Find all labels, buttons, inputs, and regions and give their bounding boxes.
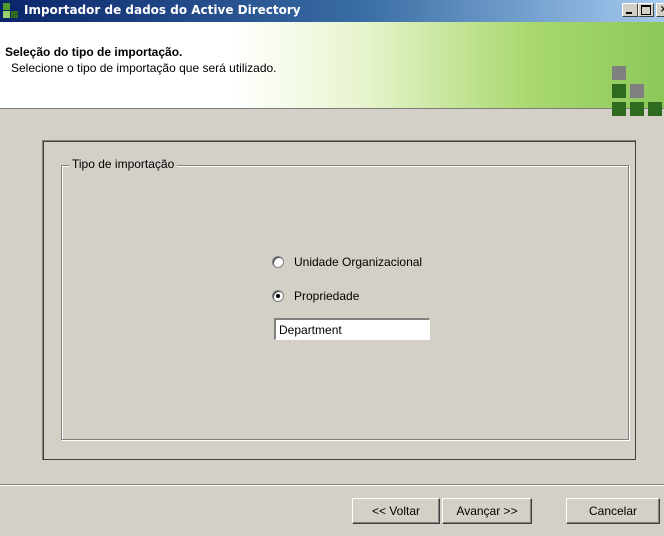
radio-organizational-unit[interactable]: Unidade Organizacional (272, 254, 422, 270)
maximize-icon[interactable] (638, 3, 654, 17)
logo-icon (612, 66, 664, 118)
step-title: Seleção do tipo de importação. (5, 45, 183, 59)
radio-label: Unidade Organizacional (294, 255, 423, 269)
title-bar[interactable]: Importador de dados do Active Directory … (0, 0, 664, 22)
app-icon (3, 3, 19, 19)
step-subtitle: Selecione o tipo de importação que será … (11, 61, 277, 75)
radio-button[interactable] (272, 290, 284, 302)
radio-label: Propriedade (294, 289, 360, 303)
next-button[interactable]: Avançar >> (442, 498, 532, 524)
minimize-icon[interactable] (622, 3, 638, 17)
cancel-button[interactable]: Cancelar (566, 498, 660, 524)
radio-property[interactable]: Propriedade (272, 288, 359, 304)
close-icon[interactable]: × (656, 3, 664, 17)
radio-button[interactable] (272, 256, 284, 268)
header-banner: Seleção do tipo de importação. Selecione… (0, 22, 664, 116)
group-label: Tipo de importação (69, 157, 178, 171)
footer-separator (0, 484, 664, 486)
back-button[interactable]: << Voltar (352, 498, 440, 524)
window-title: Importador de dados do Active Directory (24, 3, 301, 17)
property-input[interactable] (274, 318, 430, 340)
